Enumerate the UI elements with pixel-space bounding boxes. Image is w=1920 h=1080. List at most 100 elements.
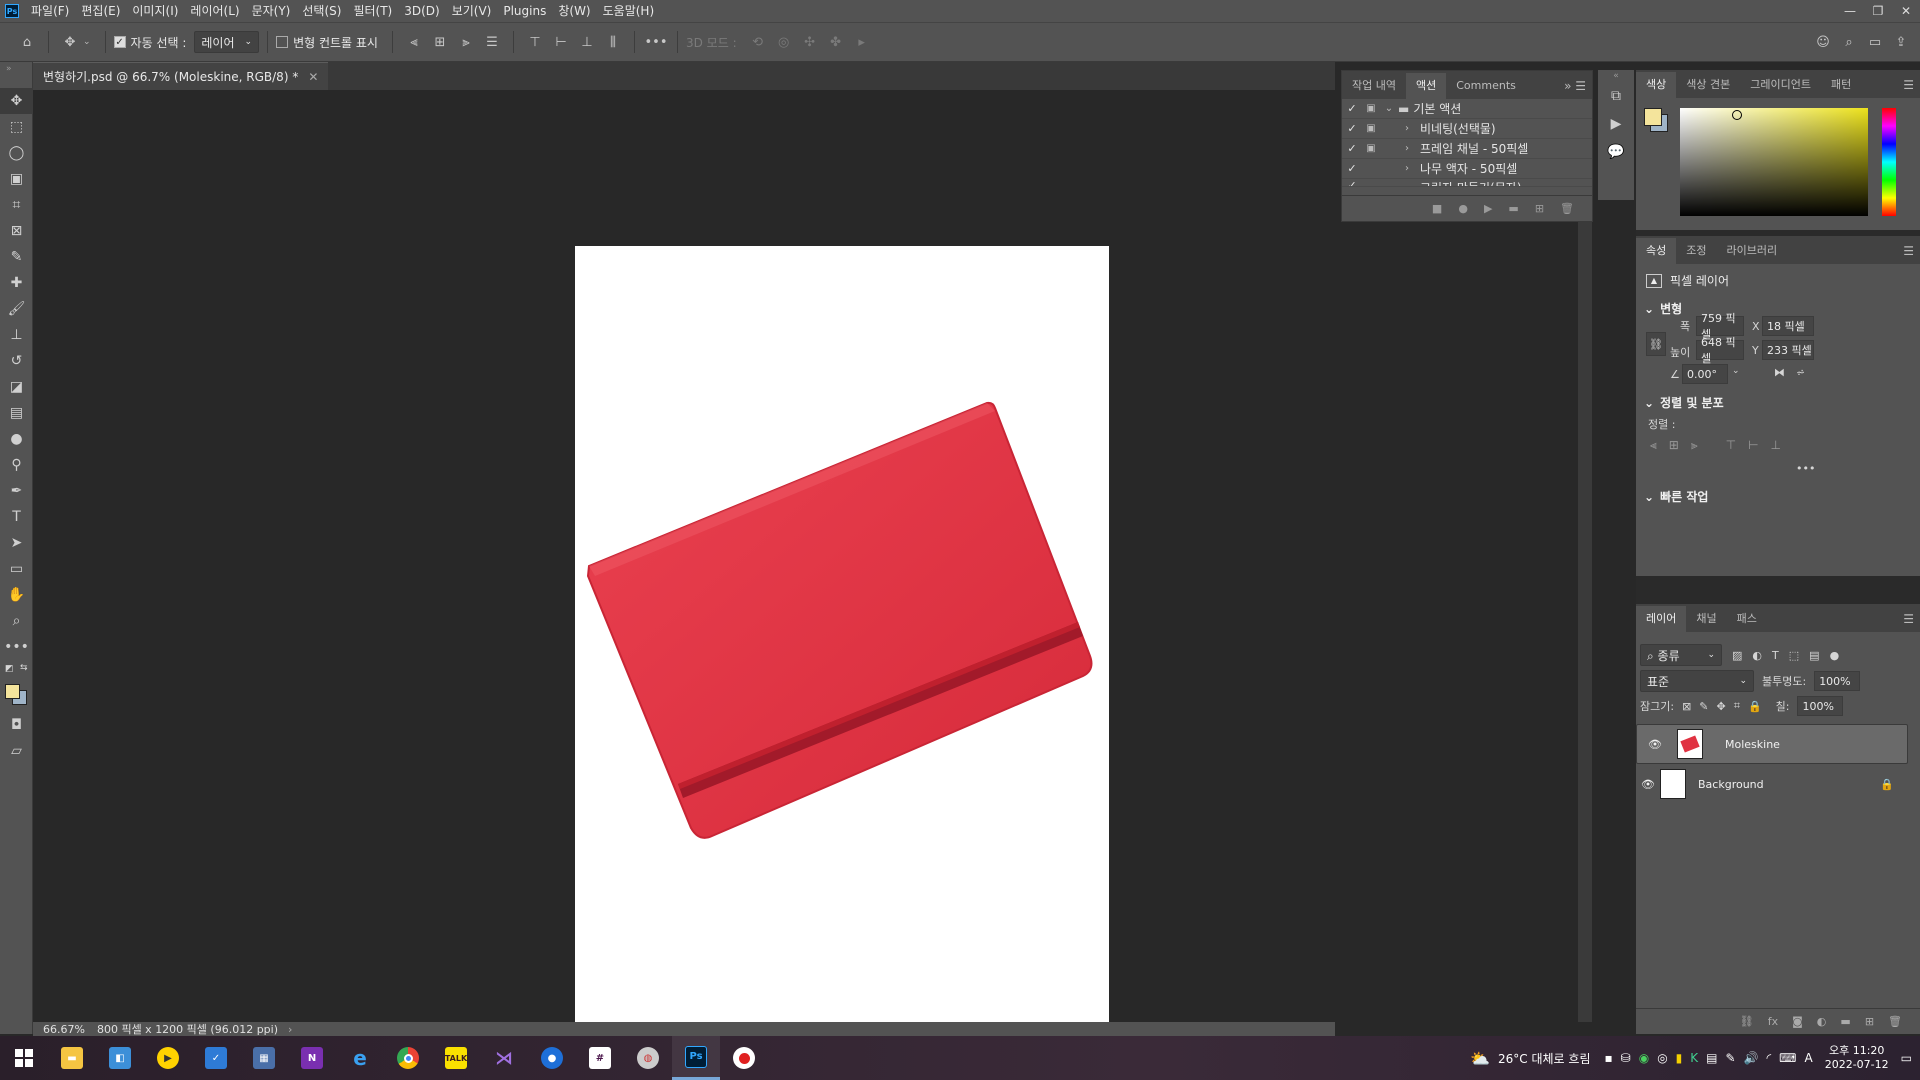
hue-slider[interactable] bbox=[1882, 108, 1896, 216]
taskbar-maps[interactable]: ● bbox=[528, 1036, 576, 1080]
taskbar-ie[interactable]: e bbox=[336, 1036, 384, 1080]
tab-actions[interactable]: 액션 bbox=[1405, 73, 1447, 99]
panel-menu-icon[interactable]: ☰ bbox=[1903, 606, 1920, 632]
dialog-toggle-icon[interactable]: ▣ bbox=[1362, 103, 1380, 114]
menu-select[interactable]: 선택(S) bbox=[296, 0, 347, 22]
align-top-icon[interactable]: ⊤ bbox=[1726, 438, 1736, 453]
menu-edit[interactable]: 편집(E) bbox=[75, 0, 126, 22]
moleskine-notebook-image[interactable] bbox=[575, 246, 1109, 1046]
start-button[interactable] bbox=[0, 1036, 48, 1080]
stop-icon[interactable]: ■ bbox=[1432, 202, 1442, 215]
3d-roll-icon[interactable]: ◎ bbox=[773, 31, 795, 53]
tray-app-icon[interactable]: K bbox=[1690, 1051, 1698, 1065]
filter-toggle-icon[interactable]: ● bbox=[1830, 649, 1840, 662]
object-select-tool-icon[interactable]: ▣ bbox=[0, 166, 33, 192]
angle-field[interactable]: 0.00° bbox=[1682, 364, 1728, 384]
layer-name[interactable]: Moleskine bbox=[1725, 738, 1780, 751]
tab-patterns[interactable]: 패턴 bbox=[1821, 72, 1861, 98]
action-set-row[interactable]: ✓ ▣ ⌄ ▬ 기본 액션 bbox=[1342, 99, 1592, 119]
chevron-down-icon[interactable]: ⌄ bbox=[1380, 103, 1398, 114]
keyboard-icon[interactable]: ⌨ bbox=[1779, 1051, 1796, 1065]
menu-file[interactable]: 파일(F) bbox=[25, 0, 75, 22]
link-layers-icon[interactable]: ⛓ bbox=[1740, 1015, 1754, 1028]
flip-horizontal-icon[interactable]: ⧓ bbox=[1774, 366, 1785, 379]
brush-tool-icon[interactable]: 🖌 bbox=[0, 296, 33, 322]
transform-section-header[interactable]: ⌄ 변형 bbox=[1644, 300, 1682, 317]
move-tool-preset-icon[interactable]: ✥ bbox=[59, 31, 81, 53]
blend-mode-dropdown[interactable]: 표준 ⌄ bbox=[1640, 670, 1754, 692]
align-top-icon[interactable]: ⊤ bbox=[524, 31, 546, 53]
tray-app-icon[interactable]: ▤ bbox=[1706, 1051, 1717, 1065]
filter-smart-icon[interactable]: ▤ bbox=[1809, 649, 1819, 662]
3d-orbit-icon[interactable]: ⟲ bbox=[747, 31, 769, 53]
check-icon[interactable]: ✓ bbox=[1342, 122, 1362, 135]
foreground-color-swatch[interactable] bbox=[1644, 108, 1662, 126]
tab-adjustments[interactable]: 조정 bbox=[1676, 238, 1716, 264]
zoom-tool-icon[interactable]: ⌕ bbox=[0, 608, 33, 634]
align-right-icon[interactable]: ⫸ bbox=[455, 31, 477, 53]
tray-app-icon[interactable]: ◎ bbox=[1657, 1051, 1667, 1065]
share-icon[interactable]: ⇪ bbox=[1890, 31, 1912, 53]
close-icon[interactable]: ✕ bbox=[1892, 0, 1920, 22]
y-field[interactable]: 233 픽셀 bbox=[1762, 340, 1814, 360]
align-middle-icon[interactable]: ⊢ bbox=[1748, 438, 1758, 453]
align-bottom-icon[interactable]: ⊥ bbox=[1771, 438, 1781, 453]
filter-type-icon[interactable]: T bbox=[1772, 649, 1779, 662]
new-action-icon[interactable]: ⊞ bbox=[1535, 202, 1544, 215]
quick-mask-icon[interactable]: ◘ bbox=[0, 712, 33, 738]
taskbar-player[interactable]: ▶ bbox=[144, 1036, 192, 1080]
auto-select-checkbox[interactable]: ✓ bbox=[113, 36, 126, 48]
align-right-icon[interactable]: ⫸ bbox=[1691, 438, 1698, 453]
layer-row-moleskine[interactable]: 👁 Moleskine bbox=[1636, 724, 1908, 764]
tab-history[interactable]: 작업 내역 bbox=[1342, 73, 1406, 99]
3d-pan-icon[interactable]: ✣ bbox=[799, 31, 821, 53]
screen-mode-icon[interactable]: ▱ bbox=[0, 738, 33, 764]
taskbar-chrome[interactable] bbox=[384, 1036, 432, 1080]
panel-menu-icon[interactable]: ☰ bbox=[1903, 72, 1920, 98]
fill-field[interactable]: 100% bbox=[1797, 696, 1844, 716]
panel-menu-icon[interactable]: ☰ bbox=[1903, 238, 1920, 264]
collapse-icon[interactable]: » bbox=[0, 62, 32, 88]
lasso-tool-icon[interactable]: ◯ bbox=[0, 140, 33, 166]
tray-pen-icon[interactable]: ✎ bbox=[1726, 1051, 1736, 1065]
chevron-right-icon[interactable]: › bbox=[1398, 143, 1416, 154]
taskbar-app[interactable]: ◧ bbox=[96, 1036, 144, 1080]
document-tab[interactable]: 변형하기.psd @ 66.7% (Moleskine, RGB/8) * ✕ bbox=[33, 62, 329, 90]
filter-shape-icon[interactable]: ⬚ bbox=[1789, 649, 1799, 662]
check-icon[interactable]: ✓ bbox=[1342, 102, 1362, 115]
tab-swatches[interactable]: 색상 견본 bbox=[1676, 72, 1740, 98]
menu-filter[interactable]: 필터(T) bbox=[347, 0, 398, 22]
menu-view[interactable]: 보기(V) bbox=[446, 0, 498, 22]
flip-vertical-icon[interactable]: ⩫ bbox=[1796, 366, 1805, 379]
type-tool-icon[interactable]: T bbox=[0, 504, 33, 530]
taskbar-calculator[interactable]: ▦ bbox=[240, 1036, 288, 1080]
tab-comments[interactable]: Comments bbox=[1446, 73, 1526, 99]
taskbar-onenote[interactable]: N bbox=[288, 1036, 336, 1080]
home-icon[interactable]: ⌂ bbox=[16, 31, 38, 53]
width-field[interactable]: 759 픽셀 bbox=[1696, 312, 1744, 341]
eye-icon[interactable]: 👁 bbox=[1643, 738, 1667, 751]
menu-help[interactable]: 도움말(H) bbox=[597, 0, 661, 22]
search-icon[interactable]: ⌕ bbox=[1838, 31, 1860, 53]
action-row[interactable]: ✓ ▣ › 프레임 채널 - 50픽셀 bbox=[1342, 139, 1592, 159]
default-colors-icon[interactable]: ◩ bbox=[5, 664, 14, 674]
fx-icon[interactable]: fx bbox=[1768, 1015, 1778, 1028]
dialog-toggle-icon[interactable]: ▣ bbox=[1362, 143, 1380, 154]
tab-properties[interactable]: 속성 bbox=[1636, 238, 1677, 264]
action-row[interactable]: ✓ ▣ › 비네팅(선택물) bbox=[1342, 119, 1592, 139]
collapse-icon[interactable]: « bbox=[1598, 70, 1634, 82]
tray-kakao-icon[interactable]: ▮ bbox=[1676, 1051, 1683, 1065]
move-tool-icon[interactable]: ✥ bbox=[0, 88, 33, 114]
lock-pixels-icon[interactable]: ✎ bbox=[1699, 700, 1708, 713]
comments-panel-icon[interactable]: 💬 bbox=[1598, 138, 1634, 166]
taskbar-photoshop[interactable]: Ps bbox=[672, 1036, 720, 1080]
close-tab-icon[interactable]: ✕ bbox=[308, 70, 318, 84]
taskbar-slack[interactable]: # bbox=[576, 1036, 624, 1080]
3d-slide-icon[interactable]: ✤ bbox=[825, 31, 847, 53]
gradient-tool-icon[interactable]: ▤ bbox=[0, 400, 33, 426]
eraser-tool-icon[interactable]: ◪ bbox=[0, 374, 33, 400]
align-bottom-icon[interactable]: ⊥ bbox=[576, 31, 598, 53]
chevron-right-icon[interactable]: › bbox=[1398, 163, 1416, 174]
filter-adjustment-icon[interactable]: ◐ bbox=[1752, 649, 1762, 662]
panel-menu-icon[interactable]: » ☰ bbox=[1564, 73, 1592, 99]
